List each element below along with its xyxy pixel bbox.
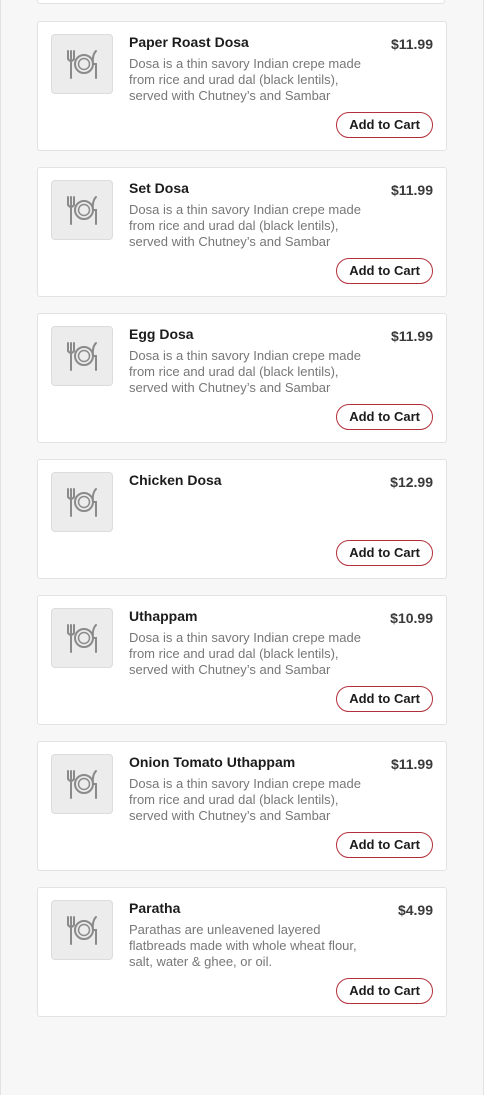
item-price: $12.99 — [390, 474, 433, 490]
previous-menu-card — [37, 0, 445, 4]
menu-item-list: Paper Roast Dosa Dosa is a thin savory I… — [37, 21, 447, 1017]
item-price: $4.99 — [397, 902, 433, 918]
item-description: Dosa is a thin savory Indian crepe made … — [129, 202, 361, 249]
item-name: Chicken Dosa — [129, 472, 222, 488]
add-to-cart-button[interactable]: Add to Cart — [336, 404, 433, 430]
item-name: Set Dosa — [129, 180, 189, 196]
item-description: Parathas are unleavened layered flatbrea… — [129, 922, 357, 969]
add-to-cart-button[interactable]: Add to Cart — [336, 540, 433, 566]
item-description: Dosa is a thin savory Indian crepe made … — [129, 348, 361, 395]
plate-fork-knife-icon — [51, 180, 113, 240]
plate-fork-knife-icon — [51, 326, 113, 386]
item-description: Dosa is a thin savory Indian crepe made … — [129, 776, 361, 823]
item-name: Egg Dosa — [129, 326, 194, 342]
item-price: $10.99 — [390, 610, 433, 626]
plate-fork-knife-icon — [51, 754, 113, 814]
add-to-cart-button[interactable]: Add to Cart — [336, 258, 433, 284]
plate-fork-knife-icon — [51, 608, 113, 668]
item-name: Paper Roast Dosa — [129, 34, 249, 50]
plate-fork-knife-icon — [51, 472, 113, 532]
menu-item-card: Paratha Parathas are unleavened layered … — [37, 887, 447, 1017]
item-name: Onion Tomato Uthappam — [129, 754, 296, 770]
menu-item-card: Egg Dosa Dosa is a thin savory Indian cr… — [37, 313, 447, 443]
menu-item-card: Chicken Dosa $12.99 Add to Cart — [37, 459, 447, 579]
page-border-left — [0, 0, 1, 1095]
add-to-cart-button[interactable]: Add to Cart — [336, 978, 433, 1004]
add-to-cart-button[interactable]: Add to Cart — [336, 832, 433, 858]
item-description: Dosa is a thin savory Indian crepe made … — [129, 630, 361, 677]
plate-fork-knife-icon — [51, 34, 113, 94]
add-to-cart-button[interactable]: Add to Cart — [336, 686, 433, 712]
item-price: $11.99 — [390, 756, 433, 772]
menu-item-card: Set Dosa Dosa is a thin savory Indian cr… — [37, 167, 447, 297]
item-description: Dosa is a thin savory Indian crepe made … — [129, 56, 361, 103]
item-price: $11.99 — [390, 36, 433, 52]
item-price: $11.99 — [390, 328, 433, 344]
menu-item-card: Paper Roast Dosa Dosa is a thin savory I… — [37, 21, 447, 151]
add-to-cart-button[interactable]: Add to Cart — [336, 112, 433, 138]
plate-fork-knife-icon — [51, 900, 113, 960]
item-name: Uthappam — [129, 608, 198, 624]
item-price: $11.99 — [390, 182, 433, 198]
menu-item-card: Uthappam Dosa is a thin savory Indian cr… — [37, 595, 447, 725]
menu-item-card: Onion Tomato Uthappam Dosa is a thin sav… — [37, 741, 447, 871]
item-name: Paratha — [129, 900, 181, 916]
